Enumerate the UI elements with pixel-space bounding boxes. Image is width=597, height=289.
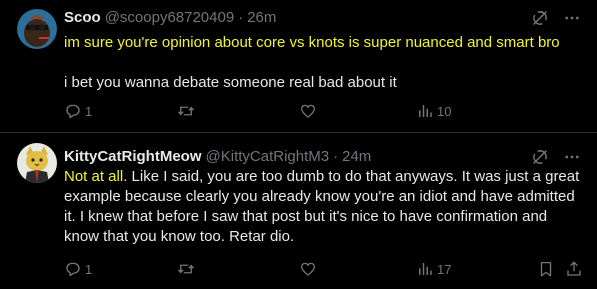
avatar[interactable] bbox=[17, 143, 57, 183]
post-header: Scoo @scoopy68720409 · 26m bbox=[64, 7, 597, 27]
header-actions bbox=[531, 9, 581, 27]
separator: · bbox=[333, 147, 339, 165]
reply-icon bbox=[66, 262, 80, 277]
action-bar: 1 17 bbox=[64, 260, 587, 280]
more-icon[interactable] bbox=[563, 148, 581, 166]
author-handle[interactable]: @KittyCatRightM3 bbox=[206, 148, 330, 165]
repost-button[interactable] bbox=[177, 260, 195, 278]
post-highlight-text: im sure you're opinion about core vs kno… bbox=[64, 34, 560, 51]
reply-button[interactable]: 1 bbox=[64, 102, 92, 120]
timestamp[interactable]: 24m bbox=[342, 148, 371, 165]
like-button[interactable] bbox=[299, 102, 317, 120]
author-name[interactable]: KittyCatRightMeow bbox=[64, 148, 202, 165]
action-bar: 1 10 bbox=[64, 102, 587, 122]
separator: · bbox=[238, 8, 244, 26]
like-icon bbox=[300, 262, 316, 276]
post-text: im sure you're opinion about core vs kno… bbox=[64, 33, 584, 93]
post-body-text: i bet you wanna debate someone real bad … bbox=[64, 74, 397, 91]
share-button[interactable] bbox=[565, 260, 583, 278]
views-count: 10 bbox=[437, 103, 452, 119]
post-highlight-text: Not at all. bbox=[64, 168, 128, 185]
repost-button[interactable] bbox=[177, 102, 195, 120]
views-count: 17 bbox=[437, 261, 452, 277]
like-icon bbox=[300, 104, 316, 118]
grok-icon[interactable] bbox=[531, 148, 549, 166]
views-icon bbox=[419, 105, 432, 117]
header-actions bbox=[531, 148, 581, 166]
bookmark-button[interactable] bbox=[537, 260, 555, 278]
reply-count: 1 bbox=[85, 261, 93, 277]
views-button[interactable]: 10 bbox=[416, 102, 451, 120]
author-name[interactable]: Scoo bbox=[64, 9, 101, 26]
bookmark-icon bbox=[540, 261, 552, 277]
reply-button[interactable]: 1 bbox=[64, 260, 92, 278]
post-body-text: Like I said, you are too dumb to do that… bbox=[64, 168, 584, 245]
post-text: Not at all. Like I said, you are too dum… bbox=[64, 167, 584, 247]
like-button[interactable] bbox=[299, 260, 317, 278]
grok-icon[interactable] bbox=[531, 9, 549, 27]
more-icon[interactable] bbox=[563, 9, 581, 27]
avatar[interactable] bbox=[17, 9, 57, 49]
post[interactable]: KittyCatRightMeow @KittyCatRightM3 · 24m… bbox=[0, 132, 597, 289]
post[interactable]: Scoo @scoopy68720409 · 26m im sure you'r… bbox=[0, 0, 597, 132]
share-icon bbox=[567, 261, 581, 276]
views-button[interactable]: 17 bbox=[416, 260, 451, 278]
repost-icon bbox=[177, 106, 195, 116]
reply-icon bbox=[66, 104, 80, 119]
post-header: KittyCatRightMeow @KittyCatRightM3 · 24m bbox=[64, 146, 597, 166]
timestamp[interactable]: 26m bbox=[247, 9, 276, 26]
repost-icon bbox=[177, 264, 195, 274]
reply-count: 1 bbox=[85, 103, 93, 119]
views-icon bbox=[419, 263, 432, 275]
author-handle[interactable]: @scoopy68720409 bbox=[105, 9, 235, 26]
